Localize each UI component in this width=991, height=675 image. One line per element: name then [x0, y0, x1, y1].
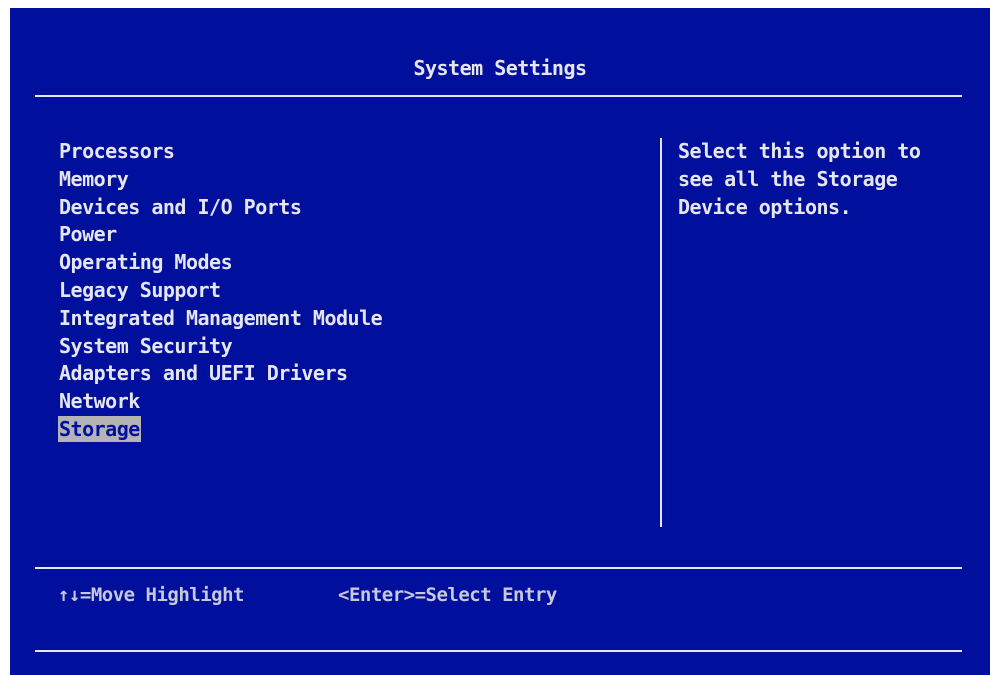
menu-item-label: Storage	[58, 415, 141, 442]
menu-item-label: Integrated Management Module	[59, 305, 383, 330]
menu-item-operating-modes[interactable]: Operating Modes	[58, 249, 383, 277]
menu-item-label: Network	[59, 389, 140, 414]
page-title: System Settings	[413, 56, 587, 80]
help-text: Select this option to see all the Storag…	[678, 139, 921, 219]
menu-item-power[interactable]: Power	[58, 221, 383, 249]
menu-item-label: Adapters and UEFI Drivers	[59, 361, 348, 386]
menu-item-label: Processors	[59, 139, 175, 163]
menu-item-label: Operating Modes	[59, 250, 233, 275]
menu-item-label: System Security	[59, 333, 233, 358]
menu-item-network[interactable]: Network	[58, 388, 383, 416]
menu-item-storage[interactable]: Storage	[58, 415, 383, 444]
panel-divider	[660, 138, 662, 527]
menu-item-label: Legacy Support	[59, 277, 221, 302]
select-entry-hint: <Enter>=Select Entry	[338, 584, 557, 606]
header-divider	[35, 95, 962, 97]
menu-item-label: Memory	[59, 166, 129, 191]
bios-screen: System Settings Processors Memory Device…	[10, 8, 990, 675]
menu-item-adapters-uefi-drivers[interactable]: Adapters and UEFI Drivers	[58, 360, 383, 388]
menu-item-label: Power	[59, 222, 117, 247]
menu-item-processors[interactable]: Processors	[58, 138, 383, 166]
footer-top-divider	[35, 567, 962, 569]
menu-item-devices-io-ports[interactable]: Devices and I/O Ports	[58, 194, 383, 222]
menu-item-integrated-management-module[interactable]: Integrated Management Module	[58, 305, 383, 333]
menu-item-system-security[interactable]: System Security	[58, 333, 383, 361]
footer-bottom-divider	[35, 650, 962, 652]
move-highlight-hint: ↑↓=Move Highlight	[58, 584, 244, 606]
menu-item-legacy-support[interactable]: Legacy Support	[58, 277, 383, 305]
settings-menu: Processors Memory Devices and I/O Ports …	[58, 138, 383, 444]
menu-item-memory[interactable]: Memory	[58, 166, 383, 194]
menu-item-label: Devices and I/O Ports	[59, 194, 302, 219]
